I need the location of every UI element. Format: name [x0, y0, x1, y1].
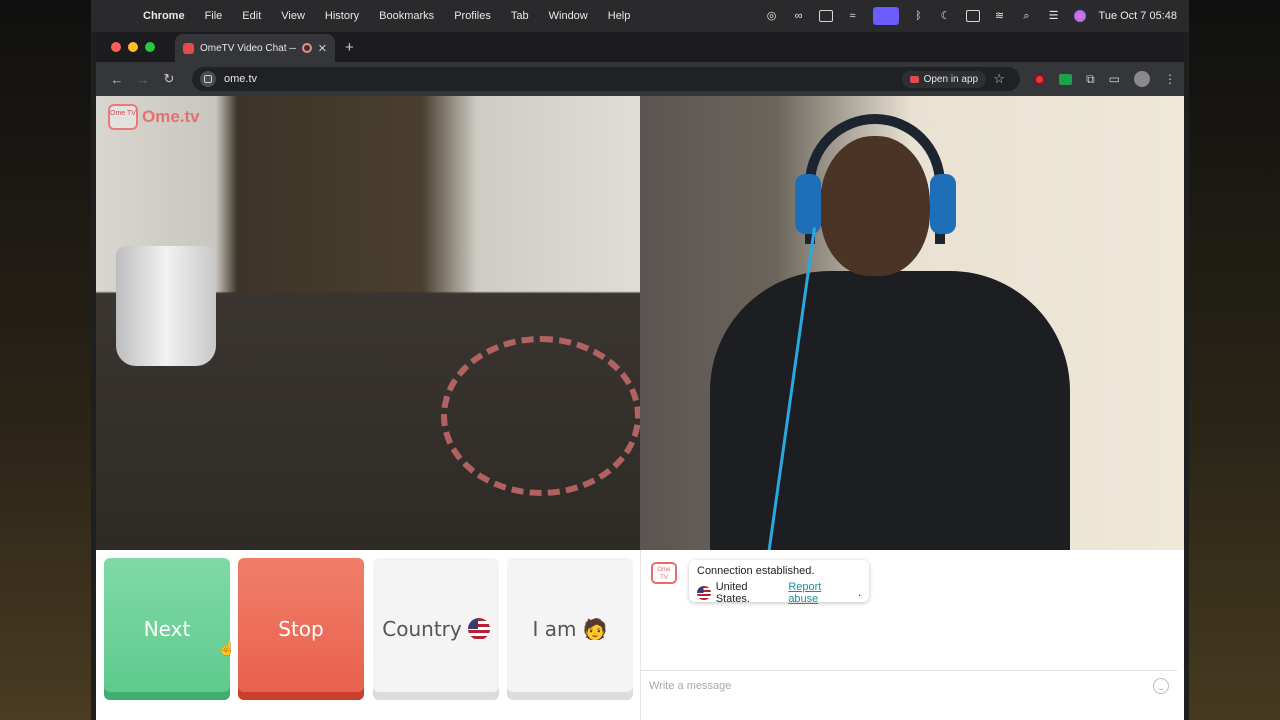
emoji-picker-icon[interactable]: [1153, 677, 1169, 694]
tab-ometv[interactable]: OmeTV Video Chat — Ome ✕: [175, 34, 335, 62]
bucket-image: [116, 246, 216, 366]
wifi-icon[interactable]: ≋: [993, 10, 1007, 22]
screen-mirror-icon[interactable]: [872, 7, 899, 25]
forward-arrow-icon[interactable]: →: [130, 72, 156, 87]
message-input-row: [641, 670, 1177, 700]
meta-icon[interactable]: ∞: [792, 10, 806, 22]
ometv-chat-logo-icon: Ome TV: [651, 562, 677, 584]
stranger-video: Ome TV Ome.tv: [96, 96, 640, 550]
app-status-icon[interactable]: [818, 10, 833, 22]
menu-help[interactable]: Help: [608, 10, 631, 22]
menu-file[interactable]: File: [205, 10, 223, 22]
bookmark-star-icon[interactable]: ☆: [986, 71, 1012, 87]
ometv-favicon-icon: [183, 42, 194, 54]
rope-image: [441, 336, 640, 496]
macos-menubar: Chrome File Edit View History Bookmarks …: [91, 0, 1189, 32]
menubar-clock[interactable]: Tue Oct 7 05:48: [1099, 10, 1177, 22]
activity-icon[interactable]: ≈: [846, 10, 860, 22]
menu-view[interactable]: View: [281, 10, 305, 22]
browser-toolbar: ← → ↻ ome.tv Open in app ☆ ⧉ ▭ ⋮: [96, 62, 1184, 96]
person-emoji-icon: 🧑: [582, 617, 608, 641]
close-tab-icon[interactable]: ✕: [318, 42, 327, 55]
headset-left-cup: [795, 174, 821, 234]
open-in-app-button[interactable]: Open in app: [901, 70, 987, 88]
site-info-icon[interactable]: [200, 71, 216, 87]
window-controls: [111, 42, 155, 52]
mouse-pointer-icon: ☝: [218, 640, 236, 656]
desktop-wallpaper-right: [1184, 0, 1280, 720]
app-icon: [909, 75, 919, 83]
country-button[interactable]: Country: [373, 558, 499, 700]
spotlight-search-icon[interactable]: ⌕: [1020, 10, 1034, 22]
iam-label: I am: [532, 617, 577, 641]
message-input[interactable]: [649, 679, 1153, 692]
menu-app-name[interactable]: Chrome: [143, 10, 185, 22]
control-center-icon[interactable]: ☰: [1047, 10, 1061, 22]
open-in-app-label: Open in app: [923, 73, 979, 85]
reload-icon[interactable]: ↻: [156, 71, 182, 87]
menu-window[interactable]: Window: [549, 10, 588, 22]
next-label: Next: [143, 617, 191, 641]
next-button[interactable]: Next: [104, 558, 230, 700]
extension-icon[interactable]: [1059, 73, 1073, 85]
person-torso: [710, 271, 1070, 550]
self-video: [640, 96, 1184, 550]
menu-edit[interactable]: Edit: [242, 10, 261, 22]
tab-strip: OmeTV Video Chat — Ome ✕ +: [96, 32, 1184, 62]
battery-icon[interactable]: [965, 10, 980, 22]
focus-moon-icon[interactable]: ☾: [939, 10, 953, 22]
close-window-button[interactable]: [111, 42, 121, 52]
menu-history[interactable]: History: [325, 10, 359, 22]
gender-button[interactable]: I am 🧑: [507, 558, 633, 700]
browser-window: OmeTV Video Chat — Ome ✕ + ← → ↻ ome.tv …: [96, 32, 1184, 720]
address-bar[interactable]: ome.tv Open in app ☆: [192, 67, 1021, 91]
record-extension-icon[interactable]: [1034, 73, 1046, 85]
us-flag-small-icon: [697, 586, 711, 600]
headset-band: [805, 114, 945, 244]
url-text[interactable]: ome.tv: [224, 73, 902, 85]
us-flag-icon: [467, 618, 490, 640]
profile-avatar[interactable]: [1134, 71, 1150, 87]
extensions-puzzle-icon[interactable]: ⧉: [1086, 72, 1095, 87]
stop-button[interactable]: Stop: [238, 558, 364, 700]
menu-tab[interactable]: Tab: [511, 10, 529, 22]
headset-right-cup: [930, 174, 956, 234]
ometv-logo-text: Ome.tv: [142, 107, 200, 126]
chat-controls: Next Stop Country I am 🧑 ☝: [104, 558, 633, 700]
ometv-logo-tv-icon: Ome TV: [108, 104, 138, 130]
recording-indicator-icon: [301, 43, 312, 53]
stranger-country-text: United States.: [715, 581, 750, 605]
zoom-window-button[interactable]: [145, 42, 155, 52]
minimize-window-button[interactable]: [128, 42, 138, 52]
stop-label: Stop: [278, 617, 324, 641]
back-arrow-icon[interactable]: ←: [104, 72, 130, 87]
menu-bookmarks[interactable]: Bookmarks: [379, 10, 434, 22]
siri-icon[interactable]: [1073, 10, 1086, 22]
menu-profiles[interactable]: Profiles: [454, 10, 491, 22]
screen-share-icon[interactable]: ◎: [765, 10, 779, 22]
chat-panel: Ome TV Connection established. United St…: [640, 550, 1184, 720]
side-panel-icon[interactable]: ▭: [1109, 72, 1120, 86]
new-tab-icon[interactable]: +: [345, 39, 354, 56]
connection-status-text: Connection established.: [697, 565, 815, 577]
system-message: Connection established. United States. R…: [689, 560, 869, 605]
country-label: Country: [382, 617, 462, 641]
desktop-wallpaper-left: [0, 0, 91, 720]
ometv-logo: Ome TV Ome.tv: [108, 104, 200, 130]
tab-title: OmeTV Video Chat — Ome: [200, 42, 296, 54]
chrome-menu-icon[interactable]: ⋮: [1164, 72, 1176, 86]
screen: Chrome File Edit View History Bookmarks …: [91, 0, 1189, 720]
ometv-page: Ome TV Ome.tv Next Stop Country I am 🧑 ☝…: [96, 96, 1184, 720]
bluetooth-icon[interactable]: ᛒ: [912, 10, 926, 22]
report-abuse-link[interactable]: Report abuse: [788, 581, 853, 605]
